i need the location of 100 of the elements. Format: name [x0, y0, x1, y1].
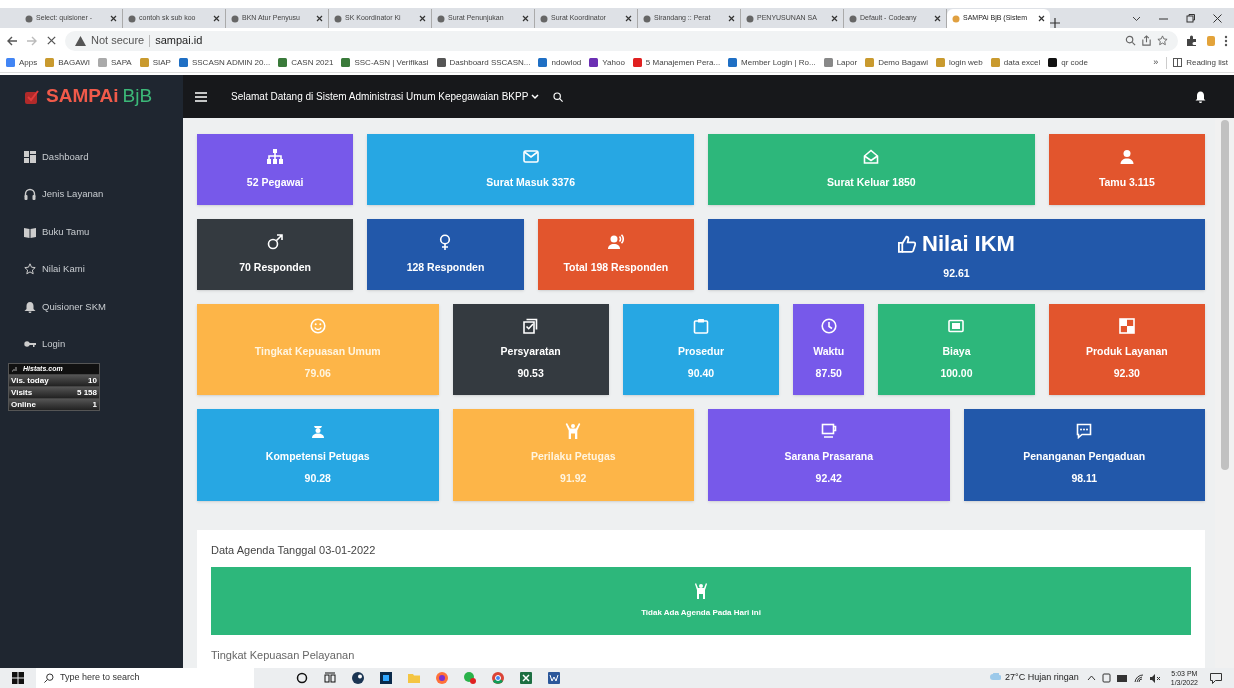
notification-icon[interactable]	[1210, 672, 1222, 684]
cortana-icon[interactable]	[296, 672, 308, 684]
sidebar-item[interactable]: Quisioner SKM	[0, 288, 183, 326]
bookmark-link[interactable]: CASN 2021	[278, 56, 334, 69]
close-icon[interactable]	[316, 15, 323, 22]
close-icon[interactable]	[213, 15, 220, 22]
chevron-down-icon[interactable]	[1132, 15, 1141, 22]
bookmark-link[interactable]: Apps	[6, 56, 38, 69]
search-icon[interactable]	[553, 91, 564, 102]
bookmark-link[interactable]: Yahoo	[589, 56, 625, 69]
bookmark-link[interactable]: qr code	[1048, 56, 1088, 69]
bookmark-link[interactable]: data excel	[990, 56, 1041, 69]
scrollbar[interactable]	[1215, 118, 1234, 668]
word-app-icon[interactable]	[548, 672, 560, 684]
close-icon[interactable]	[625, 15, 632, 22]
close-icon[interactable]	[419, 15, 426, 22]
bookmark-link[interactable]: ndowlod	[538, 56, 582, 69]
steam-app-icon[interactable]	[352, 672, 364, 684]
welcome-dropdown[interactable]: Selamat Datang di Sistem Administrasi Umum Kepegawaian BKPP	[231, 89, 540, 104]
stat-card[interactable]: Sarana Prasarana 92.42	[708, 409, 950, 501]
bookmark-link[interactable]: SSC-ASN | Verifikasi	[341, 56, 429, 69]
reading-list-link[interactable]: Reading list	[1166, 56, 1228, 69]
sidebar-item[interactable]: Buku Tamu	[0, 213, 183, 251]
url-text: sampai.id	[155, 33, 203, 49]
stat-label: Vis. today	[11, 374, 49, 387]
stat-card[interactable]: Tamu 3.115	[1048, 134, 1205, 205]
battery-icon[interactable]	[1116, 674, 1128, 682]
close-icon[interactable]	[110, 15, 117, 22]
sidebar-item[interactable]: Login	[0, 325, 183, 363]
chrome-app-icon[interactable]	[492, 672, 504, 684]
bookmark-link[interactable]: Demo Bagawi	[865, 56, 928, 69]
agenda-title: Data Agenda Tanggal 03-01-2022	[211, 543, 377, 558]
card-label: Biaya	[942, 343, 971, 359]
close-icon[interactable]	[1213, 14, 1222, 23]
stat-card[interactable]: Persyaratan 90.53	[452, 304, 609, 395]
close-icon[interactable]	[934, 15, 941, 22]
zoom-icon[interactable]	[1125, 35, 1136, 46]
weather-text[interactable]: 27°C Hujan ringan	[1005, 671, 1079, 685]
address-bar[interactable]: Not secure sampai.id	[65, 30, 1178, 51]
sidebar-item[interactable]: Dashboard	[0, 138, 183, 176]
sidebar-item[interactable]: Nilai Kami	[0, 250, 183, 288]
card-label: Kompetensi Petugas	[265, 449, 370, 465]
firefox-app-icon[interactable]	[436, 672, 448, 684]
chat-app-icon[interactable]	[464, 672, 476, 684]
wifi-icon[interactable]	[1133, 673, 1144, 683]
stop-icon[interactable]	[46, 35, 57, 46]
stat-card[interactable]: Nilai IKM 92.61	[708, 219, 1205, 290]
bookmark-link[interactable]: 5 Manajemen Pera...	[632, 56, 721, 69]
stat-card[interactable]: 128 Responden	[367, 219, 524, 290]
close-icon[interactable]	[728, 15, 735, 22]
stat-card[interactable]: Produk Layanan 92.30	[1048, 304, 1205, 395]
stat-card[interactable]: 52 Pegawai	[197, 134, 354, 205]
stat-card[interactable]: Penanganan Pengaduan 98.11	[963, 409, 1205, 501]
apps-grid-icon	[6, 58, 15, 67]
close-icon[interactable]	[1038, 15, 1045, 22]
bookmark-link[interactable]: SIAP	[139, 56, 171, 69]
weather-icon	[990, 673, 1002, 683]
restore-icon[interactable]	[1186, 14, 1195, 23]
share-icon[interactable]	[1141, 35, 1152, 46]
more-bookmarks-button[interactable]: »	[1153, 55, 1159, 70]
sitemap-icon	[267, 148, 284, 165]
bookmark-link[interactable]: login web	[935, 56, 983, 69]
excel-app-icon[interactable]	[520, 672, 532, 684]
agenda-message: Tidak Ada Agenda Pada Hari ini	[641, 606, 761, 619]
sidebar-item[interactable]: Jenis Layanan	[0, 175, 183, 213]
bookmark-link[interactable]: Dashboard SSCASN...	[436, 56, 531, 69]
taskbar-search-field[interactable]: Type here to search	[36, 668, 254, 688]
close-icon[interactable]	[831, 15, 838, 22]
kebab-menu-icon[interactable]	[1224, 34, 1228, 47]
bookmark-link[interactable]: Lapor	[823, 56, 858, 69]
speaking-person-icon	[607, 233, 624, 250]
chevron-up-icon[interactable]	[1086, 675, 1096, 681]
star-icon	[24, 263, 36, 276]
star-icon[interactable]	[1157, 35, 1168, 46]
puzzle-icon[interactable]	[1186, 34, 1198, 47]
waving-person-icon	[695, 582, 707, 599]
stat-label: Visits	[11, 386, 33, 399]
photoshop-app-icon[interactable]	[380, 672, 392, 684]
new-tab-icon[interactable]	[1050, 18, 1060, 28]
stat-card[interactable]: Waktu 87.50	[793, 304, 865, 395]
stat-card[interactable]: 70 Responden	[197, 219, 354, 290]
stat-value: 10	[88, 374, 97, 387]
speaker-muted-icon[interactable]	[1149, 673, 1161, 683]
book-icon	[24, 225, 36, 238]
windows-start-icon[interactable]	[12, 672, 24, 684]
bookmark-link[interactable]: BAGAWI	[45, 56, 90, 69]
back-icon[interactable]	[6, 34, 18, 47]
logo-icon	[24, 88, 40, 105]
card-value: 98.11	[1071, 471, 1098, 486]
menu-icon[interactable]	[195, 91, 207, 102]
bookmark-link[interactable]: Member Login | Ro...	[728, 56, 816, 69]
bell-icon[interactable]	[1195, 90, 1206, 103]
task-view-icon[interactable]	[324, 672, 336, 684]
thumbs-up-icon	[898, 234, 917, 253]
bookmark-link[interactable]: SSCASN ADMIN 20...	[178, 56, 271, 69]
bookmark-link[interactable]: SAPA	[97, 56, 132, 69]
bell-icon	[24, 300, 36, 313]
stat-card[interactable]: Total 198 Responden	[537, 219, 694, 290]
close-icon[interactable]	[522, 15, 529, 22]
bookmark-icon	[278, 58, 288, 67]
